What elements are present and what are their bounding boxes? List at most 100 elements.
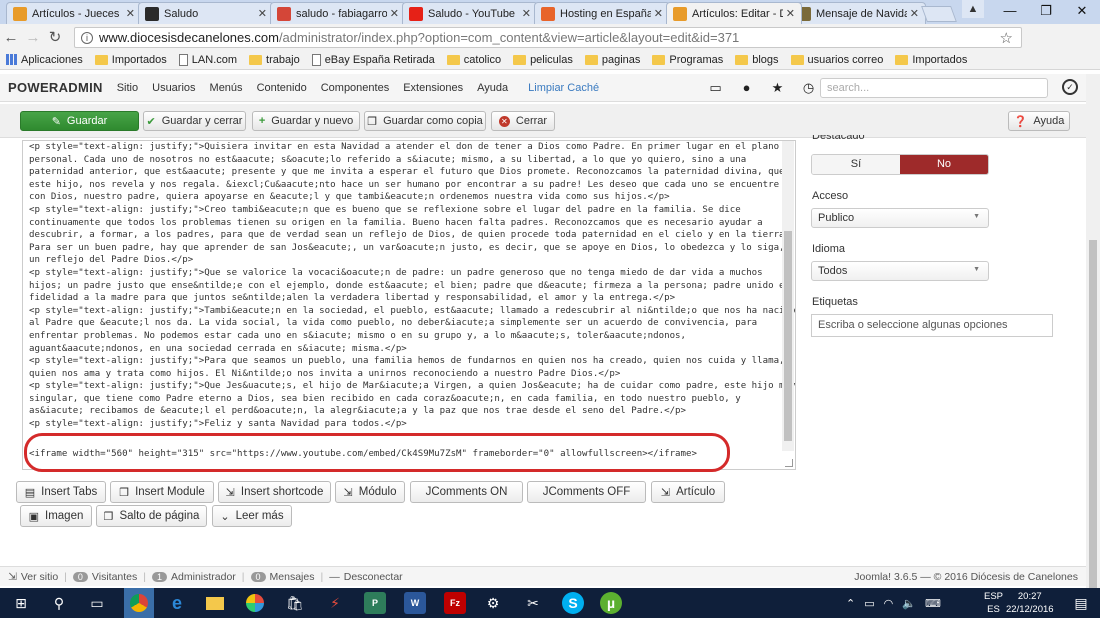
code-line[interactable]: <p style="text-align: justify;">Que Jes&… xyxy=(29,380,795,393)
code-line[interactable]: paternidad anterior, que est&aacute; pre… xyxy=(29,166,785,179)
maximize-button[interactable]: ❐ xyxy=(1028,0,1064,24)
bookmark-folder[interactable]: catolico xyxy=(446,54,501,66)
save-close-button[interactable]: ✔ Guardar y cerrar xyxy=(143,111,246,131)
bookmark-folder[interactable]: paginas xyxy=(584,54,640,66)
settings-app-icon[interactable]: ⚙ xyxy=(482,592,504,614)
bookmark-page[interactable]: eBay España Retirada xyxy=(311,53,435,66)
settings-check-icon[interactable]: ✓ xyxy=(1062,79,1078,95)
messages-status[interactable]: 0 Mensajes xyxy=(250,571,315,583)
code-line[interactable]: continuamente que todos los problemas ti… xyxy=(29,217,775,230)
close-tab-icon[interactable]: ✕ xyxy=(522,7,531,20)
task-view-icon[interactable]: ▭ xyxy=(86,592,108,614)
insert-tabs-button[interactable]: ▤ Insert Tabs xyxy=(16,481,106,503)
browser-tab[interactable]: Hosting en España ✕ xyxy=(534,2,670,24)
scrollbar-thumb[interactable] xyxy=(784,231,792,441)
menu-contenido[interactable]: Contenido xyxy=(257,82,307,94)
jcomments-on-button[interactable]: JComments ON xyxy=(410,481,523,503)
browser-tab[interactable]: saludo - fabiagarro ✕ xyxy=(270,2,406,24)
bookmark-folder[interactable]: trabajo xyxy=(249,54,300,66)
bookmark-folder[interactable]: Importados xyxy=(94,54,167,66)
bookmark-folder[interactable]: peliculas xyxy=(513,54,573,66)
code-line[interactable]: enfrentar problemas. No podemos estar ca… xyxy=(29,330,775,343)
brand-logo[interactable]: POWERADMIN xyxy=(8,80,103,95)
code-line[interactable]: al Padre que &eacute;l nos da. La vida s… xyxy=(29,317,775,330)
bookmark-folder[interactable]: Importados xyxy=(895,54,967,66)
user-icon[interactable]: ● xyxy=(731,80,762,96)
code-line[interactable]: un reflejo del Padre Dios.</p> xyxy=(29,254,775,267)
page-scrollbar[interactable] xyxy=(1086,74,1100,618)
bookmark-folder[interactable]: blogs xyxy=(735,54,779,66)
code-line[interactable]: este hijo, nos revela y nos regala. &iex… xyxy=(29,179,779,192)
close-tab-icon[interactable]: ✕ xyxy=(390,7,399,20)
code-line[interactable]: aguant&aacute;ndonos, en una sociedad ce… xyxy=(29,343,775,356)
menu-usuarios[interactable]: Usuarios xyxy=(152,82,195,94)
tool-app-icon[interactable]: ✂ xyxy=(522,592,544,614)
code-line[interactable]: hijos; un padre justo que ense&ntilde;e … xyxy=(29,280,790,293)
windows-start-icon[interactable]: ⊞ xyxy=(10,592,32,614)
volume-icon[interactable]: 🔈 xyxy=(902,597,916,610)
menu-extensiones[interactable]: Extensiones xyxy=(403,82,463,94)
bookmark-folder[interactable]: Programas xyxy=(652,54,723,66)
chrome-icon[interactable] xyxy=(124,588,154,618)
code-line[interactable]: <p style="text-align: justify;">Para que… xyxy=(29,355,785,368)
browser-tab[interactable]: Mensaje de Navidad ✕ xyxy=(790,2,926,24)
browser-tab[interactable]: Artículos - Jueces F ✕ xyxy=(6,2,142,24)
skype-icon[interactable]: S xyxy=(562,592,584,614)
app-icon[interactable]: ⚡ xyxy=(324,592,346,614)
close-window-button[interactable]: ✕ xyxy=(1064,0,1100,24)
close-tab-icon[interactable]: ✕ xyxy=(258,7,267,20)
read-more-button[interactable]: ⌄ Leer más xyxy=(212,505,292,527)
menu-menus[interactable]: Menús xyxy=(210,82,243,94)
insert-module-button[interactable]: ❐ Insert Module xyxy=(110,481,214,503)
tray-chevron-icon[interactable]: ⌃ xyxy=(846,597,855,610)
code-line[interactable]: singular, que tiene como Padre eterno a … xyxy=(29,393,775,406)
articulo-button[interactable]: ⇲ Artículo xyxy=(651,481,725,503)
utorrent-icon[interactable]: µ xyxy=(600,592,622,614)
help-button[interactable]: ❓ Ayuda xyxy=(1008,111,1070,131)
file-explorer-icon[interactable] xyxy=(204,592,226,614)
info-icon[interactable]: i xyxy=(81,31,93,44)
page-break-button[interactable]: ❐ Salto de página xyxy=(96,505,207,527)
store-icon[interactable]: 🛍 xyxy=(284,592,306,614)
close-tab-icon[interactable]: ✕ xyxy=(126,7,135,20)
minimize-button[interactable]: — xyxy=(992,0,1028,24)
editor-scrollbar[interactable] xyxy=(782,141,794,451)
notifications-icon[interactable]: ▤ xyxy=(1070,592,1092,614)
code-line[interactable]: <p style="text-align: justify;">Tambi&ea… xyxy=(29,305,795,318)
code-line[interactable]: con Dios, nuestro padre, quiera apoyarse… xyxy=(29,191,775,204)
bookmark-folder[interactable]: usuarios correo xyxy=(790,54,883,66)
filezilla-icon[interactable]: Fz xyxy=(444,592,466,614)
save-button[interactable]: ✎ Guardar xyxy=(20,111,139,131)
editor-code[interactable]: <p style="text-align: justify;">Quisiera… xyxy=(29,141,795,431)
clear-cache-link[interactable]: Limpiar Caché xyxy=(528,82,599,94)
menu-componentes[interactable]: Componentes xyxy=(321,82,390,94)
save-copy-button[interactable]: ❐ Guardar como copia xyxy=(364,111,486,131)
star-icon[interactable]: ★ xyxy=(762,80,793,96)
browser-tab-active[interactable]: Artículos: Editar - D ✕ xyxy=(666,2,802,24)
view-site-link[interactable]: ⇲ Ver sitio xyxy=(8,571,58,583)
close-tab-icon[interactable]: ✕ xyxy=(910,7,919,20)
code-editor[interactable]: <p style="text-align: justify;">Quisiera… xyxy=(22,140,796,470)
admin-search-input[interactable]: search... xyxy=(820,78,1048,98)
tags-input[interactable]: Escriba o seleccione algunas opciones xyxy=(811,314,1053,337)
url-field[interactable]: i www.diocesisdecanelones.com/administra… xyxy=(74,27,1022,48)
menu-ayuda[interactable]: Ayuda xyxy=(477,82,508,94)
scrollbar-thumb[interactable] xyxy=(1089,240,1097,618)
menu-sitio[interactable]: Sitio xyxy=(117,82,138,94)
publisher-icon[interactable]: P xyxy=(364,592,386,614)
battery-icon[interactable]: ▭ xyxy=(864,597,874,610)
code-line[interactable]: personal. Cada uno de nosotros no est&aa… xyxy=(29,154,775,167)
reload-icon[interactable]: ↻ xyxy=(44,28,66,46)
bookmark-page[interactable]: LAN.com xyxy=(178,53,237,66)
featured-no-option[interactable]: No xyxy=(900,155,988,174)
code-line[interactable]: <p style="text-align: justify;">Creo tam… xyxy=(29,204,775,217)
close-tab-icon[interactable]: ✕ xyxy=(786,7,795,20)
code-line[interactable]: <p style="text-align: justify;">Quisiera… xyxy=(29,141,779,154)
close-button[interactable]: ✕ Cerrar xyxy=(491,111,555,131)
browser-tab[interactable]: Saludo ✕ xyxy=(138,2,274,24)
browser-tab[interactable]: Saludo - YouTube ✕ xyxy=(402,2,538,24)
keyboard-icon[interactable]: ⌨ xyxy=(925,597,941,610)
resize-handle[interactable] xyxy=(785,459,793,467)
word-icon[interactable]: W xyxy=(404,592,426,614)
code-line[interactable]: fidelidad a la madre para que juntos se&… xyxy=(29,292,775,305)
